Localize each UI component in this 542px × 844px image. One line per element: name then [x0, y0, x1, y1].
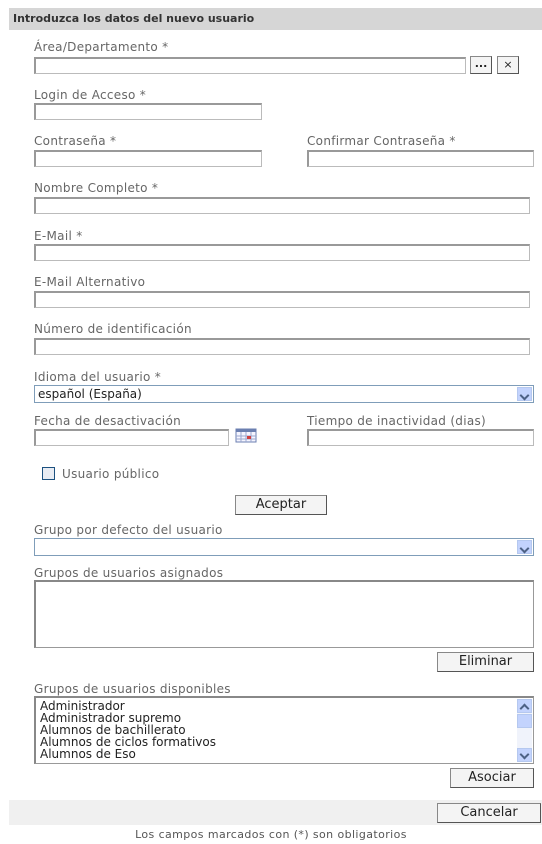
inactivity-label: Tiempo de inactividad (dias)	[307, 414, 487, 428]
calendar-icon[interactable]	[235, 428, 257, 443]
scroll-thumb[interactable]	[517, 714, 532, 728]
scrollbar[interactable]	[517, 699, 532, 762]
deactivation-date-input[interactable]	[34, 429, 229, 446]
area-browse-button[interactable]: ...	[470, 56, 492, 74]
full-name-label: Nombre Completo *	[34, 181, 159, 195]
area-clear-button[interactable]: ×	[497, 56, 519, 74]
chevron-down-icon[interactable]	[517, 540, 532, 554]
password-label: Contraseña *	[34, 134, 117, 148]
full-name-input[interactable]	[34, 197, 530, 214]
email-label: E-Mail *	[34, 229, 83, 243]
login-label: Login de Acceso *	[34, 88, 147, 102]
form-title: Introduzca los datos del nuevo usuario	[13, 12, 255, 25]
remove-group-button[interactable]: Eliminar	[437, 652, 534, 672]
language-selected: español (España)	[38, 387, 142, 401]
default-group-label: Grupo por defecto del usuario	[34, 523, 223, 537]
area-label: Área/Departamento *	[34, 40, 169, 54]
password-input[interactable]	[34, 150, 262, 167]
required-fields-note: Los campos marcados con (*) son obligato…	[135, 828, 407, 841]
confirm-password-label: Confirmar Contraseña *	[307, 134, 456, 148]
area-input[interactable]	[34, 57, 466, 74]
confirm-password-input[interactable]	[307, 150, 534, 167]
available-groups-list[interactable]: Administrador Administrador supremo Alum…	[34, 696, 534, 764]
accept-button[interactable]: Aceptar	[235, 495, 327, 515]
close-icon: ×	[503, 58, 513, 71]
assigned-groups-label: Grupos de usuarios asignados	[34, 566, 224, 580]
cancel-button[interactable]: Cancelar	[437, 803, 541, 823]
email-input[interactable]	[34, 244, 530, 261]
id-number-input[interactable]	[34, 338, 530, 355]
language-select[interactable]: español (España)	[34, 385, 534, 403]
alt-email-label: E-Mail Alternativo	[34, 275, 146, 289]
public-user-label: Usuario público	[62, 467, 160, 481]
assigned-groups-list[interactable]	[34, 580, 534, 648]
list-item[interactable]: Alumnos de Eso	[40, 747, 136, 761]
id-number-label: Número de identificación	[34, 322, 192, 336]
language-label: Idioma del usuario *	[34, 370, 162, 384]
chevron-down-icon[interactable]	[517, 387, 532, 401]
inactivity-input[interactable]	[307, 429, 534, 446]
scroll-down-icon[interactable]	[517, 748, 532, 762]
default-group-select[interactable]	[34, 538, 534, 556]
associate-group-button[interactable]: Asociar	[450, 768, 534, 788]
available-groups-label: Grupos de usuarios disponibles	[34, 682, 231, 696]
deactivation-date-label: Fecha de desactivación	[34, 414, 181, 428]
public-user-checkbox[interactable]	[42, 467, 55, 480]
form-header: Introduzca los datos del nuevo usuario	[9, 8, 542, 30]
login-input[interactable]	[34, 103, 262, 120]
alt-email-input[interactable]	[34, 291, 530, 308]
scroll-up-icon[interactable]	[517, 699, 532, 713]
